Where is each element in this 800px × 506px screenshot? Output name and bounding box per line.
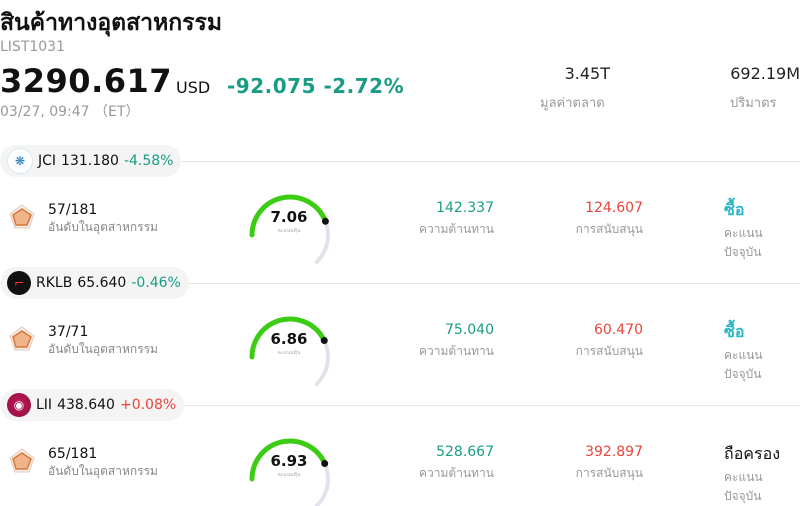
gauge-marker (321, 217, 329, 225)
industry-rank-label: อันดับในอุตสาหกรรม (48, 464, 158, 478)
volume-label: ปริมาตร (730, 96, 777, 111)
stock-score-value: 6.86 (270, 330, 308, 348)
industry-rank-value: 65/181 (48, 446, 98, 462)
support-value: 392.897 (585, 444, 643, 460)
support-value: 60.470 (594, 322, 643, 338)
lii-logo-icon: ◉ (7, 393, 31, 417)
resistance-value: 142.337 (436, 200, 494, 216)
stock-score-value: 7.06 (270, 208, 308, 226)
resistance-label: ความต้านทาน (419, 222, 494, 236)
current-rating: ถือครอง (724, 444, 781, 463)
stock-chip-lii[interactable]: ◉ LII 438.640 +0.08% (0, 389, 185, 421)
stock-score-label: คะแนนหุ้น (277, 350, 301, 356)
stock-chip-rklb[interactable]: ⌐ RKLB 65.640 -0.46% (0, 267, 189, 299)
resistance-label: ความต้านทาน (419, 466, 494, 480)
stock-ticker: JCI (38, 153, 57, 169)
support-label: การสนับสนุน (575, 222, 643, 236)
stock-change-pct: +0.08% (119, 397, 177, 413)
price-change: -92.075 -2.72% (227, 74, 404, 98)
radar-pentagon-icon (9, 448, 35, 474)
jci-logo-icon: ❋ (7, 148, 33, 174)
stock-ticker: RKLB (36, 275, 73, 291)
volume-value: 692.19M (730, 64, 800, 83)
stock-change-pct: -0.46% (131, 275, 181, 291)
support-label: การสนับสนุน (575, 466, 643, 480)
current-rating: ซื้อ (724, 200, 745, 219)
stock-ticker: LII (36, 397, 53, 413)
industry-rank-value: 37/71 (48, 324, 89, 340)
support-label: การสนับสนุน (575, 344, 643, 358)
resistance-value: 528.667 (436, 444, 494, 460)
stock-score-value: 6.93 (270, 452, 308, 470)
currency-label: USD (176, 78, 211, 97)
stock-price: 131.180 (61, 153, 119, 169)
stock-price: 65.640 (77, 275, 127, 291)
resistance-label: ความต้านทาน (419, 344, 494, 358)
stock-price: 438.640 (57, 397, 115, 413)
timestamp: 03/27, 09:47 （ET） (0, 104, 140, 120)
gauge-marker (320, 337, 328, 345)
market-cap-value: 3.45T (564, 64, 610, 83)
stock-chip-jci[interactable]: ❋ JCI 131.180 -4.58% (0, 145, 182, 177)
price-change-pct: -2.72% (323, 74, 405, 98)
stock-score-label: คะแนนหุ้น (277, 472, 301, 478)
rklb-logo-icon: ⌐ (7, 271, 31, 295)
current-rating-label: คะแนนปัจจุบัน (724, 470, 763, 503)
index-price: 3290.617 (0, 62, 173, 100)
industry-rank-value: 57/181 (48, 202, 98, 218)
stock-change-pct: -4.58% (123, 153, 174, 169)
price-change-value: -92.075 (227, 74, 316, 98)
list-code: LIST1031 (0, 39, 65, 55)
market-cap-label: มูลค่าตลาด (540, 96, 605, 111)
current-rating: ซื้อ (724, 322, 745, 341)
current-rating-label: คะแนนปัจจุบัน (724, 348, 763, 381)
gauge-marker (321, 459, 329, 467)
stock-score-label: คะแนนหุ้น (277, 228, 301, 234)
radar-pentagon-icon (9, 204, 35, 230)
current-rating-label: คะแนนปัจจุบัน (724, 226, 763, 259)
resistance-value: 75.040 (445, 322, 494, 338)
radar-pentagon-icon (9, 326, 35, 352)
support-value: 124.607 (585, 200, 643, 216)
industry-rank-label: อันดับในอุตสาหกรรม (48, 342, 158, 356)
page-title: สินค้าทางอุตสาหกรรม (0, 10, 223, 36)
industry-rank-label: อันดับในอุตสาหกรรม (48, 220, 158, 234)
